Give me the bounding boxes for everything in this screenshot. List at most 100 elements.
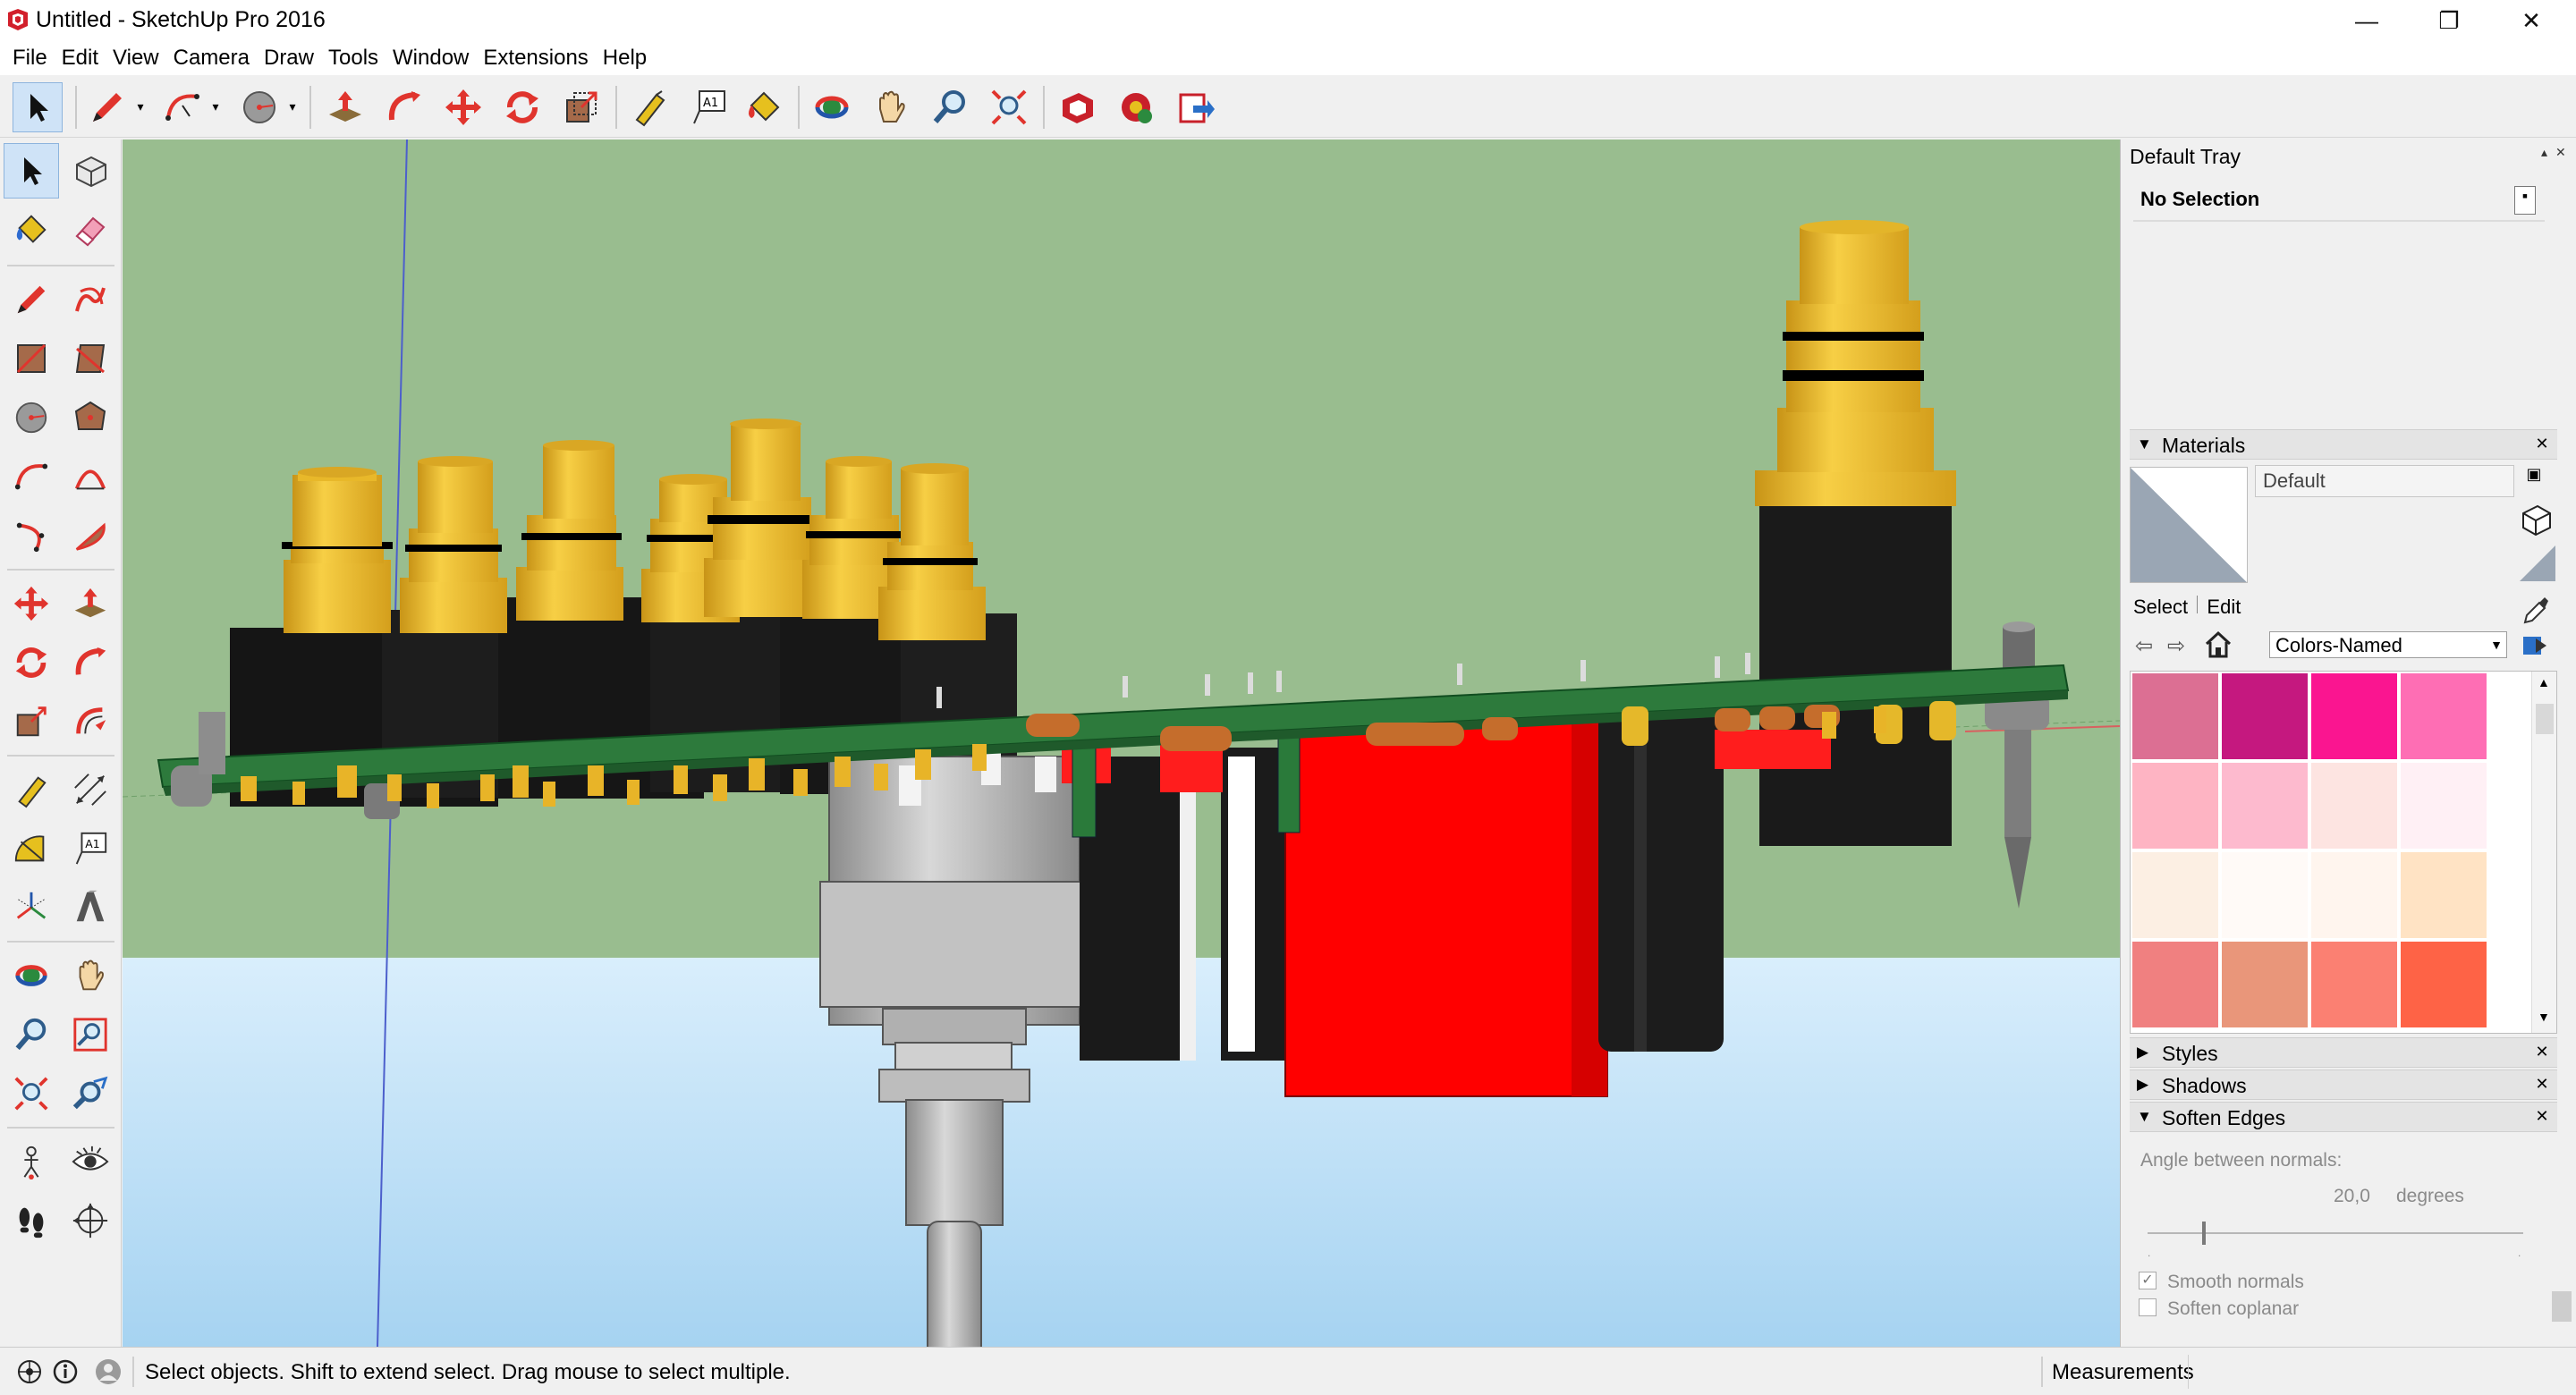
material-swatch[interactable] <box>2222 942 2308 1027</box>
scroll-thumb[interactable] <box>2536 704 2554 734</box>
material-swatch[interactable] <box>2222 763 2308 849</box>
material-swatch[interactable] <box>2401 852 2487 938</box>
restore-button[interactable]: ❐ <box>2408 0 2490 41</box>
tray-scroll-thumb[interactable] <box>2552 1291 2572 1322</box>
lt-two-point-arc-button[interactable] <box>63 449 118 504</box>
lt-text-button[interactable]: A1 <box>63 821 118 876</box>
lt-scale-button[interactable] <box>4 694 59 749</box>
material-swatch[interactable] <box>2222 673 2308 759</box>
lt-axes-button[interactable] <box>4 880 59 935</box>
move-tool-button[interactable] <box>438 82 488 132</box>
shadows-close-icon[interactable]: ✕ <box>2532 1074 2552 1094</box>
lt-circle-button[interactable] <box>4 390 59 445</box>
scroll-up-icon[interactable]: ▲ <box>2538 675 2550 689</box>
menu-draw[interactable]: Draw <box>257 46 321 71</box>
material-swatch[interactable] <box>2311 942 2397 1027</box>
pan-tool-button[interactable] <box>866 82 916 132</box>
angle-slider-thumb[interactable] <box>2202 1222 2206 1245</box>
geo-location-icon[interactable] <box>14 1357 45 1387</box>
lt-zoom-extents-button[interactable] <box>4 1066 59 1121</box>
lt-section-plane-button[interactable] <box>63 1193 118 1248</box>
lt-make-component-button[interactable] <box>63 143 118 199</box>
lt-position-camera-button[interactable] <box>4 1134 59 1189</box>
lt-protractor-button[interactable] <box>4 821 59 876</box>
create-material-icon[interactable] <box>2518 501 2554 537</box>
3d-warehouse-button[interactable] <box>1052 82 1102 132</box>
pencil-tool-button[interactable] <box>82 82 132 132</box>
lt-pie-button[interactable] <box>63 508 118 563</box>
entity-details-toggle-icon[interactable]: ▪ <box>2514 186 2536 215</box>
follow-me-tool-button[interactable] <box>379 82 429 132</box>
credits-info-icon[interactable] <box>50 1357 80 1387</box>
tray-pin-icon[interactable]: ▴ <box>2541 145 2547 160</box>
swatch-scrollbar[interactable]: ▲ ▼ <box>2531 672 2556 1033</box>
text-tool-button[interactable]: A1 <box>683 82 733 132</box>
lt-walk-button[interactable] <box>4 1193 59 1248</box>
material-swatch[interactable] <box>2222 852 2308 938</box>
lt-follow-me-button[interactable] <box>63 635 118 690</box>
lt-rotated-rectangle-button[interactable] <box>63 331 118 386</box>
lt-tape-measure-button[interactable] <box>4 762 59 817</box>
lt-offset-button[interactable] <box>63 694 118 749</box>
menu-view[interactable]: View <box>106 46 166 71</box>
lt-orbit-button[interactable] <box>4 948 59 1003</box>
back-arrow-icon[interactable]: ⇦ <box>2135 633 2153 659</box>
circle-tool-button[interactable] <box>234 82 284 132</box>
send-to-layout-button[interactable] <box>1170 82 1220 132</box>
lt-move-button[interactable] <box>4 576 59 631</box>
lt-push-pull-button[interactable] <box>63 576 118 631</box>
menu-edit[interactable]: Edit <box>55 46 106 71</box>
styles-close-icon[interactable]: ✕ <box>2532 1042 2552 1061</box>
lt-arc-button[interactable] <box>4 449 59 504</box>
user-account-icon[interactable] <box>93 1357 123 1387</box>
lt-rotate-button[interactable] <box>4 635 59 690</box>
material-swatch[interactable] <box>2311 852 2397 938</box>
lt-dimension-button[interactable] <box>63 762 118 817</box>
forward-arrow-icon[interactable]: ⇨ <box>2167 633 2185 659</box>
soften-edges-panel-header[interactable]: ▼ Soften Edges ✕ <box>2130 1102 2557 1132</box>
lt-select-button[interactable] <box>4 143 59 199</box>
menu-file[interactable]: File <box>5 46 55 71</box>
tab-edit[interactable]: Edit <box>2207 596 2241 618</box>
material-swatch[interactable] <box>2401 942 2487 1027</box>
lt-look-around-button[interactable] <box>63 1134 118 1189</box>
lt-three-point-arc-button[interactable] <box>4 508 59 563</box>
material-details-icon[interactable]: ▣ <box>2521 465 2546 492</box>
select-tool-button[interactable] <box>13 82 63 132</box>
material-swatch[interactable] <box>2401 763 2487 849</box>
scale-tool-button[interactable] <box>556 82 606 132</box>
material-swatch[interactable] <box>2132 852 2218 938</box>
arc-dropdown-arrow[interactable]: ▾ <box>208 97 224 116</box>
material-swatch[interactable] <box>2132 673 2218 759</box>
material-swatch[interactable] <box>2311 673 2397 759</box>
material-swatch[interactable] <box>2311 763 2397 849</box>
eyedropper-icon[interactable] <box>2520 594 2552 626</box>
material-swatch[interactable] <box>2401 673 2487 759</box>
push-pull-tool-button[interactable] <box>320 82 370 132</box>
menu-tools[interactable]: Tools <box>321 46 386 71</box>
minimize-button[interactable]: — <box>2326 0 2408 41</box>
lt-eraser-button[interactable] <box>63 202 118 258</box>
default-material-sample-icon[interactable] <box>2520 545 2555 581</box>
extension-warehouse-button[interactable] <box>1111 82 1161 132</box>
tray-close-icon[interactable]: ✕ <box>2555 145 2566 160</box>
lt-3d-text-button[interactable] <box>63 880 118 935</box>
shapes-dropdown-arrow[interactable]: ▾ <box>284 97 301 116</box>
close-window-button[interactable]: ✕ <box>2490 0 2572 41</box>
soften-coplanar-checkbox[interactable] <box>2139 1298 2157 1316</box>
lt-zoom-window-button[interactable] <box>63 1007 118 1062</box>
material-swatch[interactable] <box>2132 763 2218 849</box>
lt-line-button[interactable] <box>4 272 59 327</box>
shadows-panel-header[interactable]: ▶ Shadows ✕ <box>2130 1070 2557 1100</box>
materials-panel-header[interactable]: ▼ Materials ✕ <box>2130 429 2557 460</box>
lt-rectangle-button[interactable] <box>4 331 59 386</box>
material-name-field[interactable]: Default <box>2255 465 2514 497</box>
home-icon[interactable] <box>2203 630 2233 660</box>
material-library-select[interactable]: Colors-Named ▼ <box>2269 631 2507 658</box>
rotate-tool-button[interactable] <box>497 82 547 132</box>
tape-measure-tool-button[interactable] <box>624 82 674 132</box>
lt-polygon-button[interactable] <box>63 390 118 445</box>
model-viewport[interactable] <box>123 140 2120 1347</box>
menu-help[interactable]: Help <box>596 46 654 71</box>
lt-paint-bucket-button[interactable] <box>4 202 59 258</box>
